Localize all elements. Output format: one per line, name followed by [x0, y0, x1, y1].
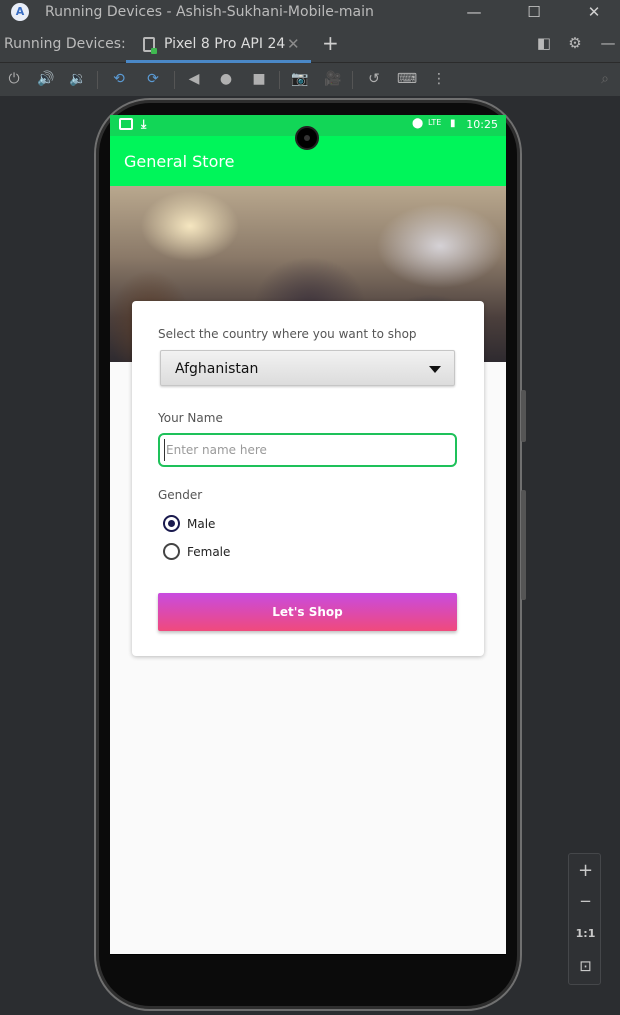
phone-side-button [521, 490, 526, 600]
screenshot-icon[interactable]: 📷 [289, 69, 311, 89]
name-input[interactable] [164, 439, 449, 461]
fit-screen-button[interactable]: ⊡ [569, 957, 602, 975]
toolbar-separator [352, 71, 353, 89]
screen-record-icon[interactable]: 🎥 [322, 69, 344, 89]
radio-male[interactable] [163, 515, 180, 532]
download-notification-icon: ⤓ [141, 117, 147, 131]
device-icon [143, 37, 157, 54]
actual-size-button[interactable]: 1:1 [569, 927, 602, 940]
lte-signal-icon: LTE [428, 118, 442, 127]
zoom-in-button[interactable]: + [569, 860, 602, 881]
lets-shop-button[interactable]: Let's Shop [158, 593, 457, 631]
country-label: Select the country where you want to sho… [158, 327, 417, 341]
status-time: 10:25 [466, 118, 498, 131]
power-icon[interactable]: ⏻ [3, 69, 25, 89]
zoom-panel: + − 1:1 ⊡ [568, 853, 601, 985]
app-title: General Store [124, 152, 235, 171]
device-screen: ⤓ ⬤ LTE ▮ 10:25 General Store Select the… [110, 115, 506, 955]
home-icon[interactable]: ● [215, 69, 237, 89]
keyboard-icon[interactable]: ⌨ [396, 69, 418, 89]
system-navbar: ◁ ○ □ [110, 954, 506, 955]
battery-icon: ▮ [450, 118, 456, 129]
rotate-left-icon[interactable]: ⟲ [108, 69, 130, 89]
tab-close-icon[interactable]: ✕ [287, 35, 300, 53]
minimize-panel-icon[interactable]: — [597, 33, 619, 53]
gender-label: Gender [158, 488, 203, 502]
window-close-button[interactable]: ✕ [583, 2, 605, 22]
back-icon[interactable]: ◀ [183, 69, 205, 89]
tab-pixel-8-pro[interactable]: Pixel 8 Pro API 24 ✕ [126, 25, 311, 63]
toolbar-separator [279, 71, 280, 89]
form-card: Select the country where you want to sho… [132, 301, 484, 656]
name-label: Your Name [158, 411, 223, 425]
gallery-notification-icon [119, 118, 133, 130]
country-select[interactable]: Afghanistan [160, 350, 455, 386]
name-field[interactable] [158, 433, 457, 467]
zoom-out-button[interactable]: − [569, 892, 602, 910]
reset-icon[interactable]: ↺ [363, 69, 385, 89]
gear-icon[interactable]: ⚙ [564, 33, 586, 53]
rotate-right-icon[interactable]: ⟳ [142, 69, 164, 89]
add-device-button[interactable]: + [322, 31, 339, 55]
running-devices-tabbar: Running Devices: Pixel 8 Pro API 24 ✕ + … [0, 25, 620, 63]
volume-down-icon[interactable]: 🔉 [67, 69, 89, 89]
android-studio-logo-icon: A [11, 3, 29, 21]
running-devices-label: Running Devices: [4, 36, 126, 52]
window-maximize-button[interactable]: ☐ [523, 2, 545, 22]
tab-label: Pixel 8 Pro API 24 [164, 36, 286, 52]
toolbar-separator [97, 71, 98, 89]
inspect-icon[interactable]: ⌕ [594, 69, 616, 89]
dropdown-arrow-icon [429, 366, 441, 373]
toolbar-separator [174, 71, 175, 89]
radio-female-label[interactable]: Female [187, 545, 230, 559]
window-titlebar: A Running Devices - Ashish-Sukhani-Mobil… [0, 0, 620, 25]
overview-icon[interactable]: ■ [248, 69, 270, 89]
device-toolbar: ⏻ 🔊 🔉 ⟲ ⟳ ◀ ● ■ 📷 🎥 ↺ ⌨ ⋮ ⌕ [0, 63, 620, 96]
location-icon: ⬤ [412, 118, 424, 129]
radio-female[interactable] [163, 543, 180, 560]
more-icon[interactable]: ⋮ [428, 69, 450, 89]
window-title: Running Devices - Ashish-Sukhani-Mobile-… [45, 4, 374, 20]
restore-layout-icon[interactable]: ◧ [533, 33, 555, 53]
phone-side-button [521, 390, 526, 442]
volume-up-icon[interactable]: 🔊 [35, 69, 57, 89]
radio-male-label[interactable]: Male [187, 517, 215, 531]
camera-cutout [295, 126, 319, 150]
country-value: Afghanistan [175, 361, 259, 377]
window-minimize-button[interactable]: — [463, 2, 485, 22]
